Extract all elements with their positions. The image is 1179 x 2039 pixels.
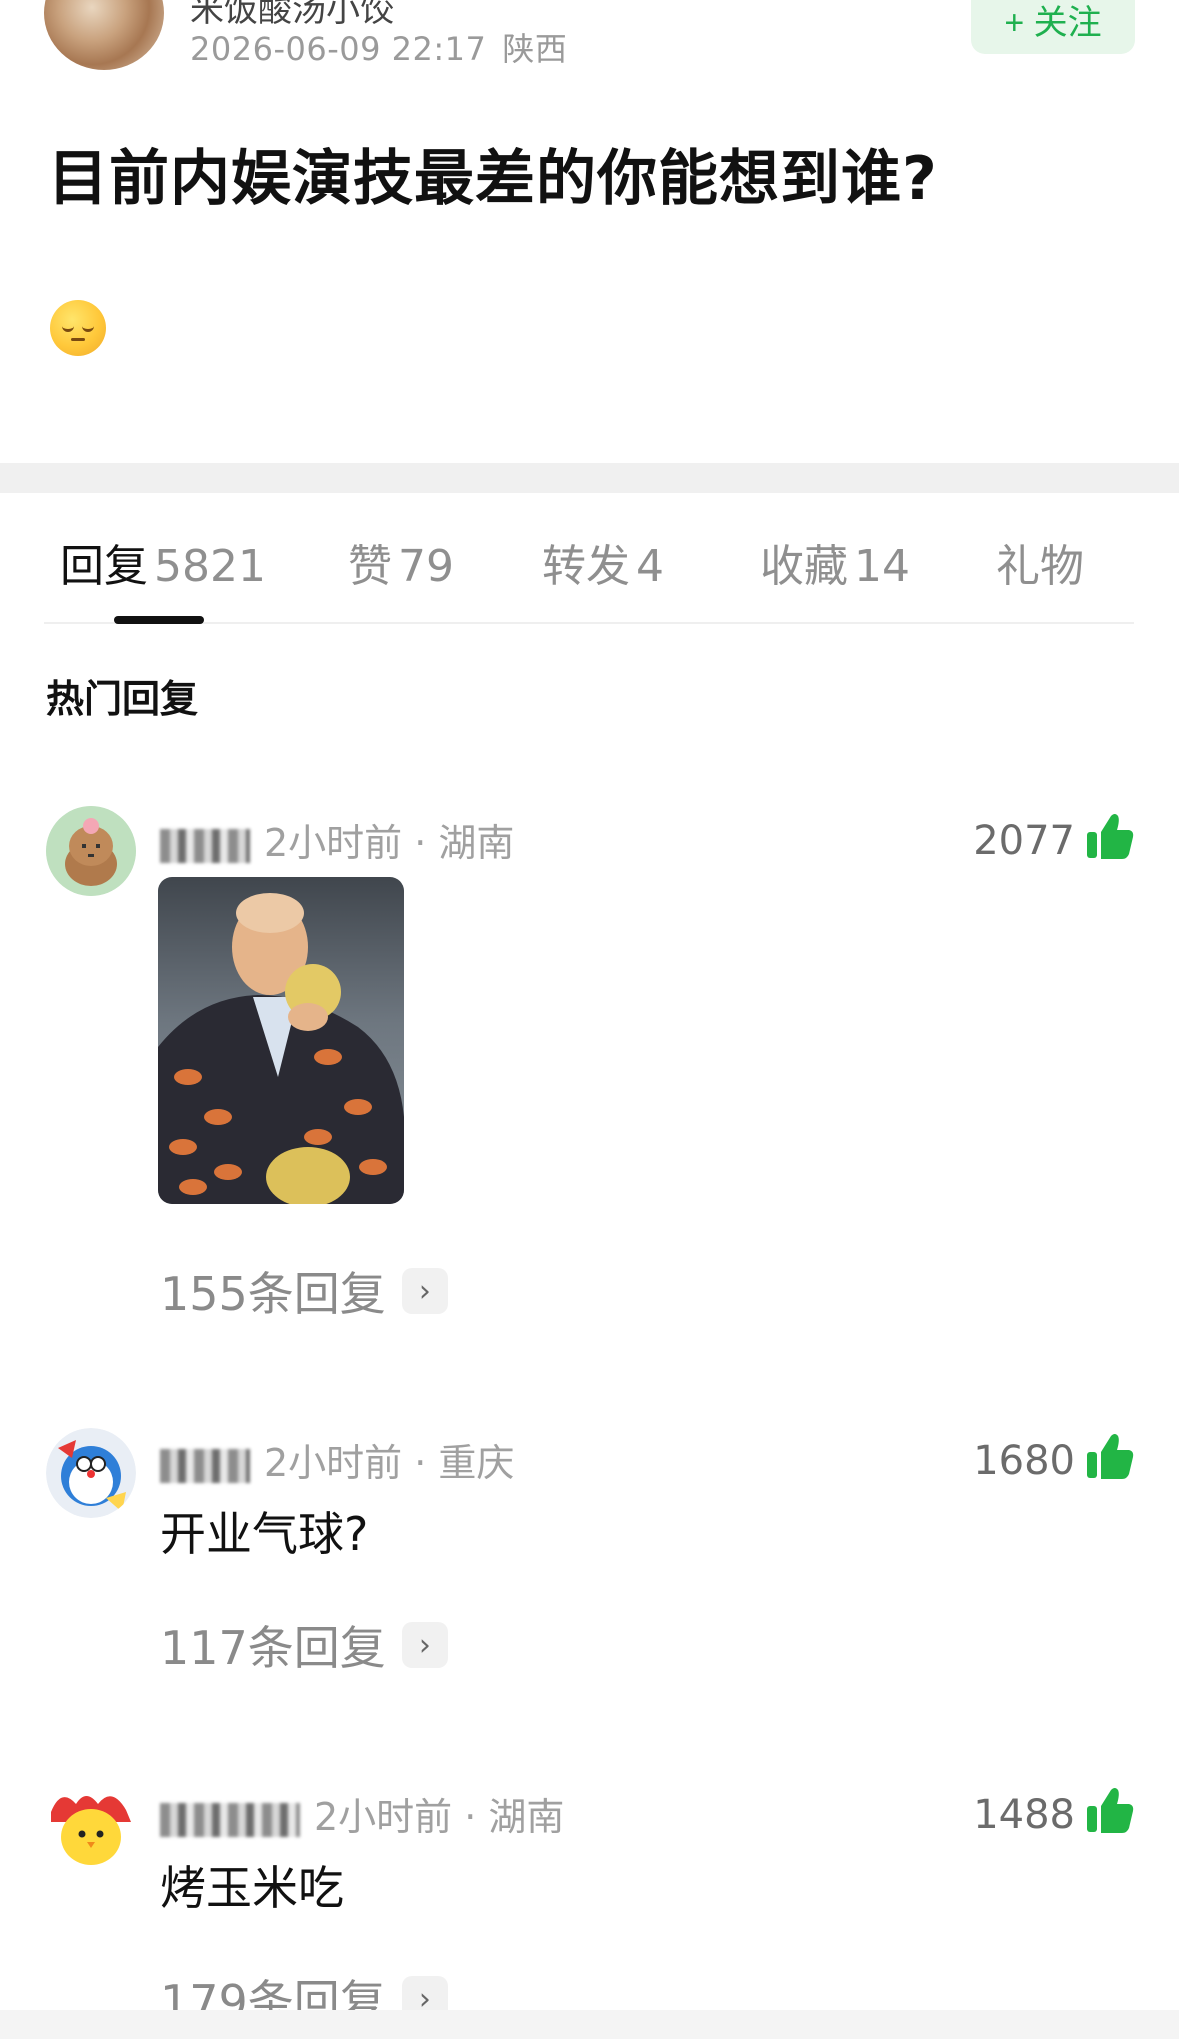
like-count: 1680: [973, 1438, 1075, 1484]
comment-meta: 2小时前 · 湖南: [314, 1795, 565, 1839]
comment-image[interactable]: [158, 877, 404, 1204]
emoji-eye-right: [82, 324, 94, 332]
comment-text: 开业气球?: [160, 1507, 369, 1561]
post-title: 目前内娱演技最差的你能想到谁?: [48, 144, 938, 214]
tab-replies[interactable]: 回复 5821: [60, 530, 266, 594]
like-count: 1488: [973, 1792, 1075, 1838]
tab-underline: [44, 622, 1134, 624]
thumbs-up-icon: [1087, 814, 1134, 859]
reply-count: 155条回复: [160, 1267, 386, 1321]
blurred-username: [160, 1448, 250, 1483]
chick-avatar-icon: [46, 1782, 136, 1872]
tab-favorites[interactable]: 收藏 14: [760, 530, 910, 594]
chevron-right-icon: ›: [401, 1268, 448, 1314]
view-replies-button[interactable]: 117条回复 ›: [160, 1612, 448, 1678]
pensive-face-emoji-icon: [50, 300, 106, 356]
hot-replies-title: 热门回复: [46, 677, 199, 721]
post-datetime: 2026-06-09 22:17: [190, 30, 487, 68]
emoji-eye-left: [62, 324, 74, 332]
like-button[interactable]: 1680: [973, 1432, 1135, 1484]
active-tab-indicator: [114, 616, 204, 624]
author-avatar[interactable]: [44, 0, 164, 70]
reply-count: 117条回复: [160, 1621, 386, 1675]
comment-avatar[interactable]: [46, 806, 136, 896]
comment-author[interactable]: 2小时前 · 重庆: [160, 1432, 514, 1487]
comment-avatar[interactable]: [46, 1428, 136, 1518]
like-button[interactable]: 2077: [973, 812, 1135, 864]
blurred-username: [160, 1802, 300, 1837]
tab-gifts[interactable]: 礼物: [996, 530, 1090, 594]
capybara-avatar-icon: [46, 806, 136, 896]
tab-likes[interactable]: 赞 79: [348, 530, 454, 594]
post-location: 陕西: [502, 30, 568, 68]
tab-favorites-count: 14: [854, 541, 910, 592]
blurred-username: [160, 828, 250, 863]
cartoon-avatar-icon: [46, 1428, 136, 1518]
tab-favorites-label: 收藏: [760, 541, 848, 592]
section-divider: [0, 463, 1179, 493]
emoji-mouth: [71, 338, 85, 341]
tab-reposts-label: 转发: [542, 541, 630, 592]
like-button[interactable]: 1488: [973, 1786, 1135, 1838]
comment-author[interactable]: 2小时前 · 湖南: [160, 812, 514, 867]
post-meta: 2026-06-09 22:17 陕西: [190, 24, 567, 70]
thumbs-up-icon: [1087, 1434, 1134, 1479]
chevron-right-icon: ›: [401, 1622, 448, 1668]
tab-likes-label: 赞: [348, 541, 392, 592]
tab-reposts-count: 4: [636, 541, 664, 592]
tab-likes-count: 79: [398, 541, 454, 592]
tab-replies-count: 5821: [154, 541, 266, 592]
bottom-bar: [0, 2010, 1179, 2039]
tab-replies-label: 回复: [60, 541, 148, 592]
like-count: 2077: [973, 818, 1075, 864]
tab-reposts[interactable]: 转发 4: [542, 530, 664, 594]
comment-meta: 2小时前 · 重庆: [264, 1441, 515, 1485]
tab-gifts-label: 礼物: [996, 541, 1084, 592]
comment-author[interactable]: 2小时前 · 湖南: [160, 1786, 564, 1841]
comment-avatar[interactable]: [46, 1782, 136, 1872]
thumbs-up-icon: [1087, 1788, 1134, 1833]
view-replies-button[interactable]: 155条回复 ›: [160, 1258, 448, 1324]
man-with-potatoes-photo: [158, 893, 404, 1204]
comment-text: 烤玉米吃: [160, 1861, 344, 1915]
comment-meta: 2小时前 · 湖南: [264, 821, 515, 865]
follow-button[interactable]: + 关注: [971, 0, 1135, 54]
